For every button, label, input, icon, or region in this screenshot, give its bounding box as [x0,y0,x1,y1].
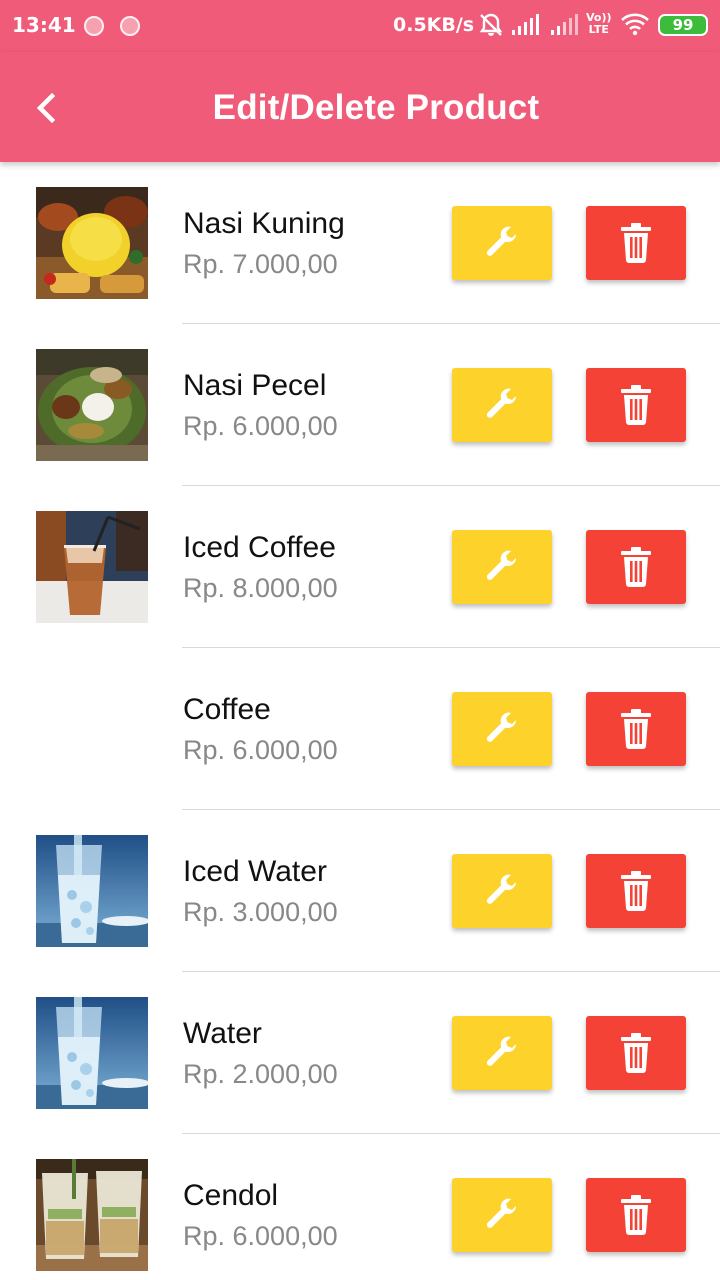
wifi-icon [620,12,650,41]
product-price: Rp. 6.000,00 [183,1221,338,1251]
trash-icon [621,1033,651,1073]
delete-button[interactable] [586,692,686,766]
page-title: Edit/Delete Product [212,88,540,127]
trash-icon [621,1195,651,1235]
product-name: Water [183,1017,262,1050]
iced-water-photo [36,835,148,947]
product-row: Nasi Kuning Rp. 7.000,00 [0,162,720,324]
product-price: Rp. 8.000,00 [183,573,338,603]
product-row: Iced Water Rp. 3.000,00 [0,810,720,972]
edit-button[interactable] [452,692,552,766]
cendol-photo [36,1159,148,1271]
notification-dot-icon [84,16,104,36]
signal-icon [511,14,539,41]
product-price: Rp. 2.000,00 [183,1059,338,1089]
delete-button[interactable] [586,854,686,928]
product-row: Iced Coffee Rp. 8.000,00 [0,486,720,648]
trash-icon [621,547,651,587]
iced-coffee-photo [36,511,148,623]
wrench-icon [486,1198,517,1228]
volte-bottom-label: LTE [588,23,609,36]
network-speed: 0.5KB/s [393,14,475,36]
trash-icon [621,871,651,911]
signal-icon [550,14,578,41]
product-price: Rp. 7.000,00 [183,249,338,279]
product-row: Cendol Rp. 6.000,00 [0,1134,720,1280]
product-row: Water Rp. 2.000,00 [0,972,720,1134]
delete-button[interactable] [586,530,686,604]
product-name: Cendol [183,1179,279,1212]
empty-thumbnail [36,673,148,785]
product-row: Coffee Rp. 6.000,00 [0,648,720,810]
nasi-kuning-photo [36,187,148,299]
edit-button[interactable] [452,1016,552,1090]
wrench-icon [486,226,517,256]
product-name: Nasi Kuning [183,207,345,240]
product-row: Nasi Pecel Rp. 6.000,00 [0,324,720,486]
silent-bell-icon [478,12,504,43]
edit-button[interactable] [452,854,552,928]
wrench-icon [486,388,517,418]
edit-button[interactable] [452,530,552,604]
product-name: Iced Water [183,855,327,888]
edit-button[interactable] [452,368,552,442]
edit-button[interactable] [452,206,552,280]
product-name: Nasi Pecel [183,369,327,402]
product-price: Rp. 6.000,00 [183,411,338,441]
volte-icon: Vo)) LTE [586,12,612,36]
product-name: Iced Coffee [183,531,336,564]
status-bar: 13:41 0.5KB/s Vo)) LTE 99 [0,0,720,52]
trash-icon [621,709,651,749]
wrench-icon [486,550,517,580]
wrench-icon [486,874,517,904]
product-name: Coffee [183,693,271,726]
delete-button[interactable] [586,1178,686,1252]
product-price: Rp. 6.000,00 [183,735,338,765]
battery-indicator: 99 [658,14,708,36]
delete-button[interactable] [586,368,686,442]
delete-button[interactable] [586,1016,686,1090]
nasi-pecel-photo [36,349,148,461]
app-bar: Edit/Delete Product [0,52,720,162]
product-list: Nasi Kuning Rp. 7.000,00 Nasi Pecel Rp. … [0,162,720,1280]
water-photo [36,997,148,1109]
delete-button[interactable] [586,206,686,280]
product-price: Rp. 3.000,00 [183,897,338,927]
edit-button[interactable] [452,1178,552,1252]
wrench-icon [486,712,517,742]
trash-icon [621,385,651,425]
status-time: 13:41 [12,13,76,37]
wrench-icon [486,1036,517,1066]
trash-icon [621,223,651,263]
notification-dot-icon [120,16,140,36]
